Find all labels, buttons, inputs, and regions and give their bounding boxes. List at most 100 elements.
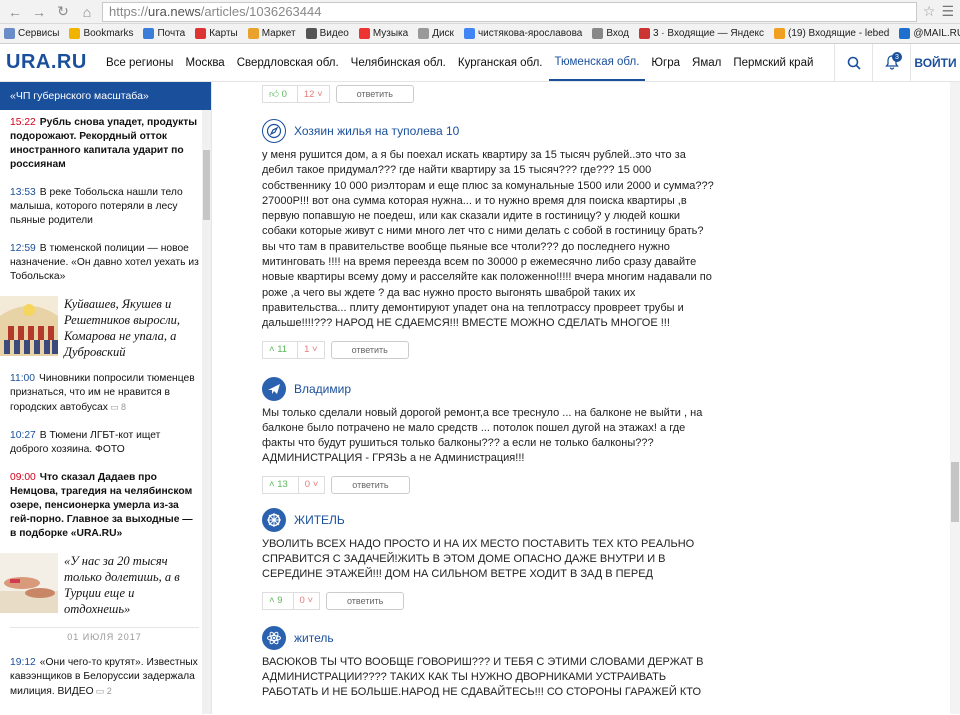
reload-icon[interactable]: ↻ [54, 3, 72, 21]
bookmark-favicon-icon [143, 28, 155, 39]
vote-up-button[interactable]: ˄ 11 [263, 341, 299, 358]
vote-down-button[interactable]: 1 ˅ [298, 342, 324, 358]
vote-down-button[interactable]: 0 ˅ [294, 593, 320, 609]
vote-up-button[interactable]: ˄ 9 [263, 592, 294, 609]
bookmark-star-icon[interactable]: ☆ [923, 3, 936, 20]
news-time: 15:22 [10, 117, 36, 128]
vote-down-button[interactable]: 0 ˅ [299, 477, 325, 493]
bookmark-label: (19) Входящие - lebed [788, 28, 890, 39]
sidebar-news-item[interactable]: 19:12 «Они чего-то крутят». Известных кав… [10, 650, 199, 707]
comment-text: у меня рушится дом, а я бы поехал искать… [262, 149, 714, 330]
sidebar-scrollbar[interactable] [202, 110, 211, 714]
vote-up-count: 0 [281, 88, 287, 100]
sidebar-news-item[interactable]: 13:53 В реке Тобольска нашли тело малыша,… [10, 180, 199, 236]
vote-down-count: 12 [303, 88, 315, 100]
news-time: 12:59 [10, 243, 36, 254]
comment-author[interactable]: ЖИТЕЛЬ [294, 513, 345, 527]
airplane-icon [262, 376, 286, 401]
bookmark-label: чистякова-ярославова [477, 28, 583, 39]
bookmark-item[interactable]: Почта [143, 28, 185, 39]
reply-button[interactable]: ответить [326, 591, 405, 610]
bookmark-item[interactable]: 3 · Входящие — Яндекс [638, 28, 764, 39]
sidebar-news-item[interactable]: 15:22 Рубль снова упадет, продукты подоро… [10, 110, 199, 180]
vote-up-count: 11 [277, 344, 288, 356]
bookmark-item[interactable]: Bookmarks [69, 28, 133, 39]
search-icon[interactable] [834, 44, 872, 81]
news-time: 09:00 [10, 472, 36, 483]
home-icon[interactable]: ⌂ [78, 3, 96, 21]
region-tab[interactable]: Пермский край [727, 44, 819, 81]
vote-box: 👍︎ 0 12 ˅ [262, 85, 330, 103]
address-bar[interactable]: https:// ura.news /articles/1036263444 [102, 1, 917, 22]
comment-author[interactable]: Владимир [294, 382, 351, 396]
bookmarks-bar: Сервисы Bookmarks Почта Карты Маркет Видео Муз… [0, 24, 960, 44]
vote-up-button[interactable]: 👍︎ 0 [263, 86, 298, 102]
comment-author[interactable]: житель [294, 631, 334, 645]
bookmark-favicon-icon [247, 28, 259, 39]
bookmark-item[interactable]: Вход [592, 28, 629, 39]
sidebar-news-item[interactable]: 09:00 Что сказал Дадаев про Немцова, траг… [10, 465, 199, 549]
thumb-up-icon: ˄ [269, 344, 275, 356]
bookmark-favicon-icon [899, 28, 911, 39]
region-tab[interactable]: Курганская обл. [452, 44, 549, 81]
bookmark-favicon-icon [358, 28, 370, 39]
bookmark-item[interactable]: чистякова-ярославова [463, 28, 583, 39]
news-time: 13:53 [10, 187, 36, 198]
page-scroll-thumb[interactable] [951, 462, 959, 522]
back-icon[interactable]: ← [6, 3, 24, 21]
bookmark-favicon-icon [195, 28, 207, 39]
region-tab[interactable]: Ямал [686, 44, 727, 81]
comment-bubble-icon: ▭ [109, 402, 121, 412]
reply-button[interactable]: ответить [331, 475, 410, 494]
bookmark-label: Вход [606, 28, 629, 39]
sidebar-scroll-thumb[interactable] [203, 150, 210, 220]
region-tab[interactable]: Свердловская обл. [231, 44, 345, 81]
browser-menu-icon[interactable]: ☰ [941, 3, 954, 20]
news-headline: Что сказал Дадаев про Немцова, трагедия … [10, 472, 193, 539]
sidebar-photo-item[interactable]: Куйвашев, Якушев и Решетников выросли, К… [0, 292, 199, 366]
region-tab[interactable]: Москва [179, 44, 230, 81]
url-protocol: https:// [109, 4, 149, 19]
login-button[interactable]: ВОЙТИ [910, 44, 960, 81]
thumb-down-icon: ˅ [307, 595, 313, 607]
vote-up-button[interactable]: ˄ 13 [263, 476, 299, 493]
region-tab[interactable]: Все регионы [100, 44, 179, 81]
reply-button[interactable]: ответить [330, 340, 409, 359]
forward-icon[interactable]: → [30, 3, 48, 21]
comment-item: Хозяин жилья на туполева 10 у меня рушитс… [262, 116, 960, 360]
vote-down-count: 0 [304, 479, 311, 491]
bookmark-item[interactable]: Сервисы [4, 28, 59, 39]
bell-icon[interactable]: 3 [872, 44, 910, 81]
bookmark-item[interactable]: Диск [418, 28, 454, 39]
sidebar-photo-item[interactable]: «У нас за 20 тысяч только долетишь, а в … [0, 549, 199, 623]
browser-toolbar: ← → ↻ ⌂ https:// ura.news /articles/1036… [0, 0, 960, 24]
bookmark-label: @MAIL.RU: почта, пои [913, 28, 960, 39]
comment-header: Владимир [262, 374, 960, 404]
bookmark-item[interactable]: Маркет [247, 28, 296, 39]
news-headline: В тюменской полиции — новое назначение. … [10, 243, 199, 282]
comment-bubble-icon: ▭ [95, 686, 107, 696]
bookmark-item[interactable]: Карты [195, 28, 238, 39]
sidebar-news-item[interactable]: 11:00 Чиновники попросили тюменцев призна… [10, 366, 199, 423]
bookmark-item[interactable]: (19) Входящие - lebed [774, 28, 889, 39]
reply-button[interactable]: ответить [335, 85, 414, 103]
page-scrollbar[interactable] [950, 82, 960, 714]
sidebar-top-link[interactable]: «ЧП губернского масштаба» [0, 82, 211, 110]
bookmark-favicon-icon [305, 28, 317, 39]
comment-author[interactable]: Хозяин жилья на туполева 10 [294, 124, 459, 138]
site-logo[interactable]: URA.RU [6, 51, 100, 74]
vote-down-button[interactable]: 12 ˅ [298, 86, 329, 102]
region-tab[interactable]: Тюменская обл. [548, 44, 646, 81]
news-photo [0, 296, 58, 356]
bookmark-item[interactable]: @MAIL.RU: почта, пои [899, 28, 960, 39]
bookmark-item[interactable]: Видео [305, 28, 349, 39]
bookmark-favicon-icon [463, 28, 475, 39]
region-tab[interactable]: Челябинская обл. [345, 44, 452, 81]
bookmark-item[interactable]: Музыка [358, 28, 408, 39]
news-time: 19:12 [10, 657, 36, 668]
sidebar-news-item[interactable]: 12:59 В тюменской полиции — новое назначе… [10, 236, 199, 292]
region-tab[interactable]: Югра [645, 44, 686, 81]
sidebar-news-item[interactable]: 10:27 В Тюмени ЛГБТ-кот ищет доброго хозя… [10, 423, 199, 465]
thumb-up-icon: 👍︎ [269, 89, 279, 100]
notification-badge: 3 [892, 52, 902, 62]
